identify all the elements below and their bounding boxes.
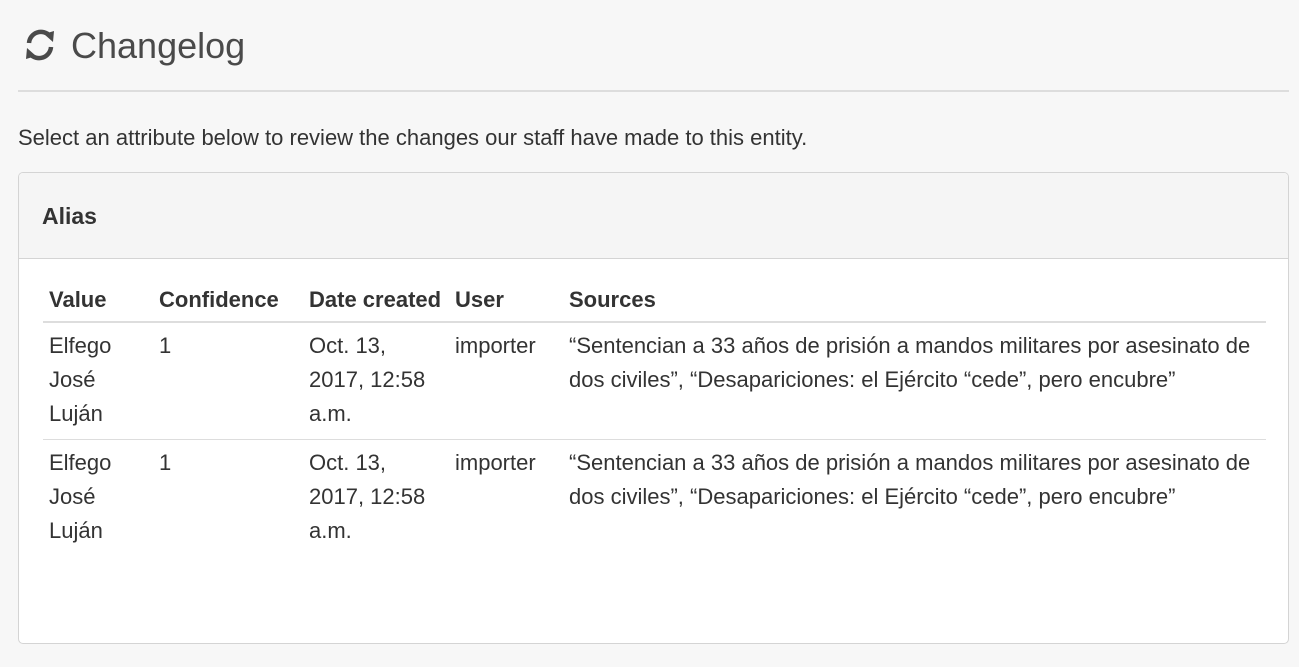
column-header-value: Value	[43, 283, 153, 323]
cell-confidence: 1	[153, 439, 303, 556]
panel-title: Alias	[42, 203, 97, 229]
cell-sources: “Sentencian a 33 años de prisión a mando…	[569, 333, 1251, 392]
cell-user: importer	[449, 439, 563, 556]
column-header-date-created: Date created	[303, 283, 449, 323]
column-header-user: User	[449, 283, 563, 323]
cell-date-created: Oct. 13, 2017, 12:58 a.m.	[303, 439, 449, 556]
page-title: Changelog	[71, 25, 246, 66]
changelog-table: Value Confidence Date created User Sourc…	[43, 283, 1266, 556]
cell-sources: “Sentencian a 33 años de prisión a mando…	[563, 439, 1266, 556]
intro-text: Select an attribute below to review the …	[18, 125, 808, 150]
table-header-row: Value Confidence Date created User Sourc…	[43, 283, 1266, 323]
alias-panel: Alias Value Confidence Date created User…	[18, 172, 1289, 644]
table-row: Elfego José Luján 1 Oct. 13, 2017, 12:58…	[43, 439, 1266, 556]
cell-user: importer	[455, 333, 536, 358]
refresh-icon	[26, 29, 54, 61]
cell-confidence: 1	[159, 333, 172, 358]
cell-date-created: Oct. 13, 2017, 12:58 a.m.	[309, 333, 426, 426]
panel-heading[interactable]: Alias	[19, 173, 1288, 259]
page-header: Changelog	[18, 0, 1289, 92]
cell-value: Elfego José Luján	[43, 439, 153, 556]
table-row: Elfego José Luján 1 Oct. 13, 2017, 12:58…	[43, 322, 1266, 440]
column-header-confidence: Confidence	[153, 283, 303, 323]
cell-value: Elfego José Luján	[49, 333, 112, 426]
column-header-sources: Sources	[563, 283, 1266, 323]
